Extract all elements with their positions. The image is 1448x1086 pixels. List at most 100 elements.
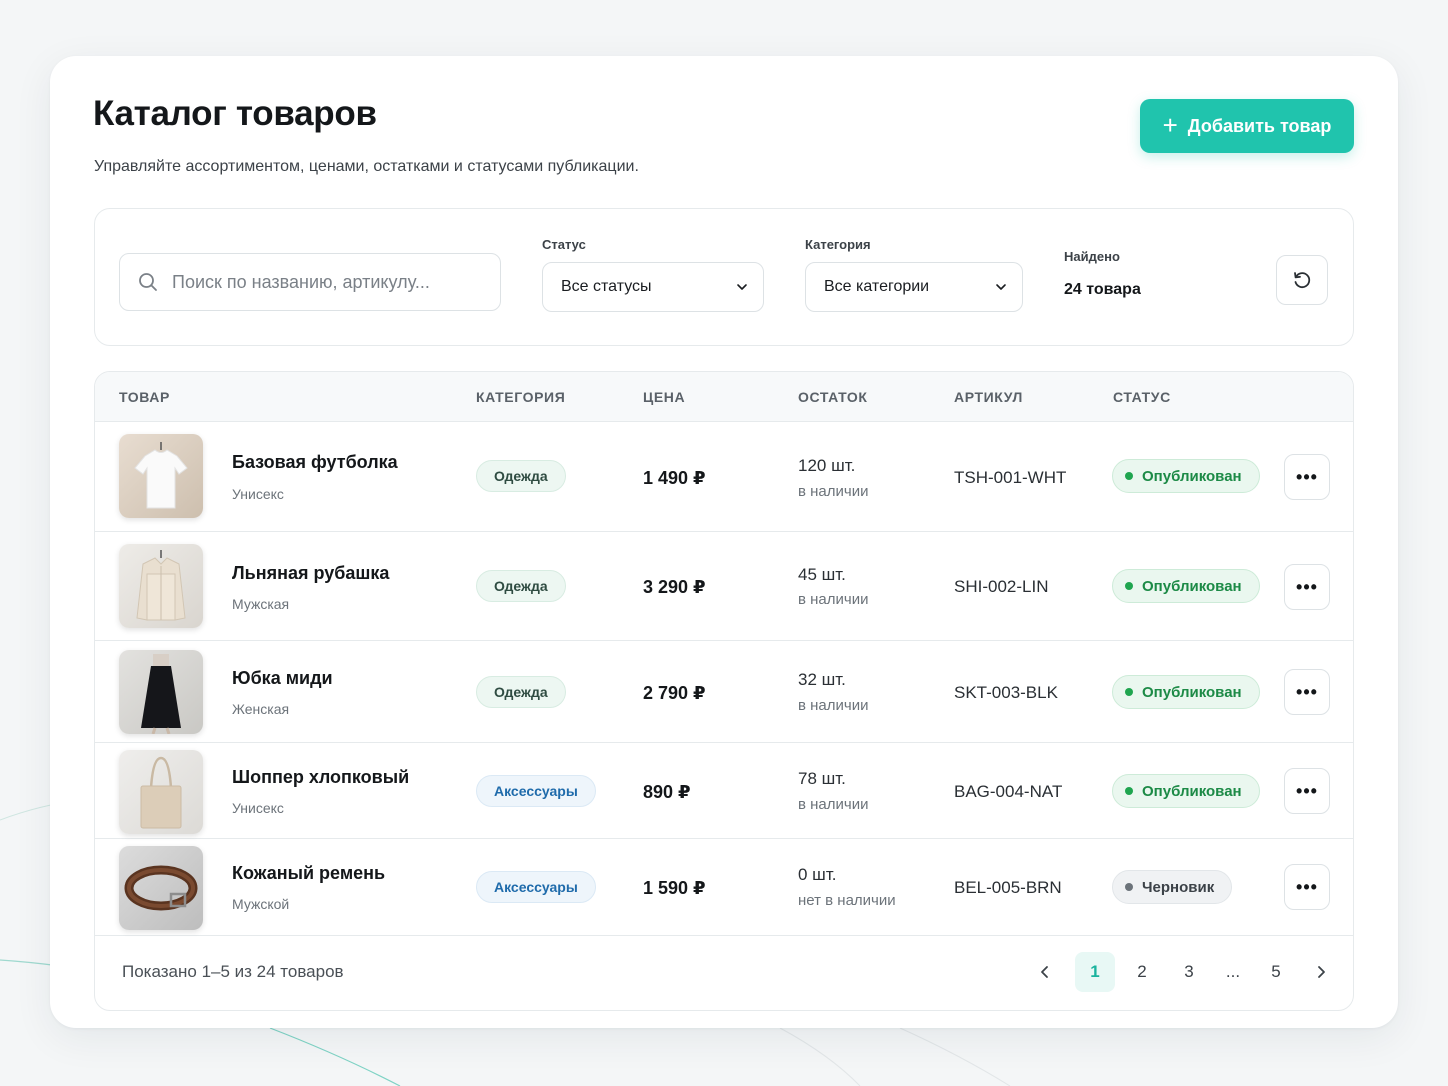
table-row[interactable]: Шоппер хлопковый Унисекс Аксессуары 890 …: [95, 743, 1353, 839]
page-1-button[interactable]: 1: [1075, 952, 1115, 992]
page-3-button[interactable]: 3: [1169, 952, 1209, 992]
stock-quantity: 120 шт.: [798, 456, 856, 475]
product-sku: SKT-003-BLK: [954, 683, 1058, 702]
stock-quantity: 78 шт.: [798, 769, 846, 788]
stock-quantity: 0 шт.: [798, 865, 837, 884]
column-header-product: ТОВАР: [119, 389, 170, 405]
category-badge: Одежда: [476, 570, 566, 602]
product-name[interactable]: Кожаный ремень: [232, 863, 385, 884]
status-text: Опубликован: [1142, 683, 1242, 701]
product-price: 1 590 ₽: [643, 878, 706, 898]
status-text: Опубликован: [1142, 782, 1242, 800]
status-badge: Опубликован: [1112, 569, 1260, 603]
table-row[interactable]: Юбка миди Женская Одежда 2 790 ₽ 32 шт. …: [95, 641, 1353, 743]
product-name[interactable]: Льняная рубашка: [232, 563, 389, 584]
product-thumbnail-shirt: [119, 544, 203, 628]
product-price: 1 490 ₽: [643, 468, 706, 488]
category-select-value: Все категории: [824, 278, 930, 295]
found-count: 24 товара: [1064, 281, 1141, 298]
search-icon: [139, 273, 157, 291]
status-dot-icon: [1125, 883, 1133, 891]
status-badge: Черновик: [1112, 870, 1233, 904]
category-badge: Одежда: [476, 676, 566, 708]
row-actions-button[interactable]: •••: [1284, 564, 1330, 610]
stock-quantity: 45 шт.: [798, 565, 846, 584]
page-5-button[interactable]: 5: [1256, 952, 1296, 992]
product-name[interactable]: Юбка миди: [232, 668, 333, 689]
product-price: 2 790 ₽: [643, 683, 706, 703]
product-audience: Женская: [232, 701, 290, 717]
status-text: Черновик: [1142, 878, 1215, 896]
stock-note: нет в наличии: [798, 892, 896, 909]
category-select[interactable]: Все категории: [805, 262, 1023, 312]
column-header-category: КАТЕГОРИЯ: [476, 389, 566, 405]
status-badge: Опубликован: [1112, 459, 1260, 493]
prev-page-button[interactable]: [1027, 952, 1063, 992]
category-filter-label: Категория: [805, 237, 871, 252]
stock-note: в наличии: [798, 697, 869, 714]
more-horizontal-icon: •••: [1296, 681, 1318, 702]
add-product-button[interactable]: + Добавить товар: [1140, 99, 1354, 153]
status-badge: Опубликован: [1112, 774, 1260, 808]
product-audience: Мужская: [232, 596, 290, 612]
table-row[interactable]: Кожаный ремень Мужской Аксессуары 1 590 …: [95, 839, 1353, 936]
product-sku: TSH-001-WHT: [954, 468, 1067, 487]
status-select-value: Все статусы: [561, 278, 652, 295]
row-actions-button[interactable]: •••: [1284, 669, 1330, 715]
chevron-right-icon: [1318, 966, 1325, 978]
search-box[interactable]: [119, 253, 501, 311]
table-row[interactable]: Льняная рубашка Мужская Одежда 3 290 ₽ 4…: [95, 532, 1353, 641]
status-dot-icon: [1125, 472, 1133, 480]
column-header-status: СТАТУС: [1113, 389, 1171, 405]
product-sku: BEL-005-BRN: [954, 878, 1062, 897]
page-subtitle: Управляйте ассортиментом, ценами, остатк…: [94, 158, 639, 175]
status-select[interactable]: Все статусы: [542, 262, 764, 312]
product-sku: BAG-004-NAT: [954, 782, 1063, 801]
status-dot-icon: [1125, 688, 1133, 696]
filter-panel: Статус Все статусы Категория Все категор…: [94, 208, 1354, 346]
product-thumbnail-tshirt: [119, 434, 203, 518]
row-actions-button[interactable]: •••: [1284, 768, 1330, 814]
product-thumbnail-belt: [119, 846, 203, 930]
table-row[interactable]: Базовая футболка Унисекс Одежда 1 490 ₽ …: [95, 422, 1353, 532]
page-title: Каталог товаров: [93, 94, 377, 133]
product-audience: Мужской: [232, 896, 290, 912]
reset-filters-button[interactable]: [1276, 255, 1328, 305]
product-thumbnail-skirt: [119, 650, 203, 734]
add-product-label: Добавить товар: [1187, 115, 1332, 136]
search-input[interactable]: [172, 271, 492, 293]
category-badge: Аксессуары: [476, 775, 596, 807]
products-table: ТОВАР КАТЕГОРИЯ ЦЕНА ОСТАТОК АРТИКУЛ СТА…: [94, 371, 1354, 1011]
status-badge: Опубликован: [1112, 675, 1260, 709]
next-page-button[interactable]: [1303, 952, 1339, 992]
product-sku: SHI-002-LIN: [954, 577, 1049, 596]
product-name[interactable]: Шоппер хлопковый: [232, 767, 409, 788]
column-header-stock: ОСТАТОК: [798, 389, 868, 405]
product-audience: Унисекс: [232, 486, 284, 502]
refresh-icon: [1294, 272, 1311, 289]
stock-note: в наличии: [798, 796, 869, 813]
product-price: 3 290 ₽: [643, 577, 706, 597]
more-horizontal-icon: •••: [1296, 876, 1318, 897]
stock-note: в наличии: [798, 483, 869, 500]
product-name[interactable]: Базовая футболка: [232, 452, 398, 473]
status-text: Опубликован: [1142, 467, 1242, 485]
status-text: Опубликован: [1142, 577, 1242, 595]
table-header: ТОВАР КАТЕГОРИЯ ЦЕНА ОСТАТОК АРТИКУЛ СТА…: [95, 372, 1353, 422]
row-actions-button[interactable]: •••: [1284, 454, 1330, 500]
more-horizontal-icon: •••: [1296, 780, 1318, 801]
column-header-sku: АРТИКУЛ: [954, 389, 1023, 405]
stock-quantity: 32 шт.: [798, 670, 846, 689]
category-badge: Одежда: [476, 460, 566, 492]
product-thumbnail-tote-bag: [119, 750, 203, 834]
product-price: 890 ₽: [643, 782, 691, 802]
more-horizontal-icon: •••: [1296, 576, 1318, 597]
chevron-down-icon: [737, 284, 747, 290]
column-header-price: ЦЕНА: [643, 389, 686, 405]
row-actions-button[interactable]: •••: [1284, 864, 1330, 910]
page-ellipsis: ...: [1225, 962, 1241, 981]
found-label: Найдено: [1064, 249, 1120, 264]
page-2-button[interactable]: 2: [1122, 952, 1162, 992]
status-filter-label: Статус: [542, 237, 586, 252]
chevron-left-icon: [1041, 966, 1048, 978]
